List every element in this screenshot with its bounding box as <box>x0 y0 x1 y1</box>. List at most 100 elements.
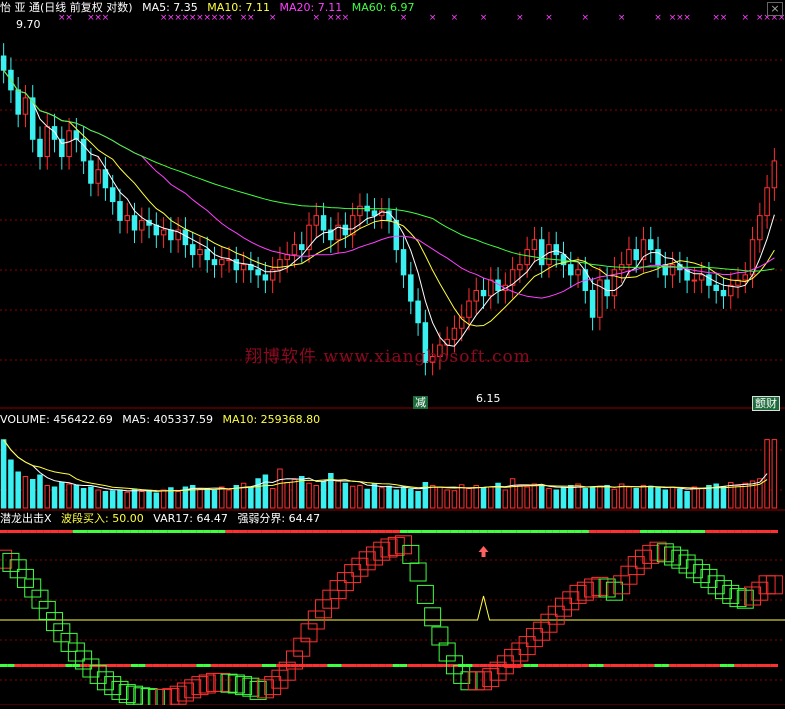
boundary-band <box>719 664 728 667</box>
strength-band <box>349 530 357 533</box>
boundary-band <box>748 664 757 667</box>
volume-bar <box>597 485 603 509</box>
candle-body <box>604 279 610 297</box>
boundary-band <box>763 664 771 667</box>
boundary-band <box>189 664 197 667</box>
candle-body <box>480 289 487 297</box>
boundary-band <box>436 664 444 667</box>
boundary-band <box>341 664 350 667</box>
candle-body <box>538 239 545 266</box>
volume-bar <box>735 485 741 509</box>
boundary-band <box>356 664 364 667</box>
volume-bar <box>349 485 356 509</box>
strength-band <box>530 530 539 533</box>
indicator-step <box>365 546 383 566</box>
indicator-step <box>205 672 223 692</box>
indicator-step <box>395 535 413 555</box>
indicator-step <box>53 623 71 643</box>
strength-band <box>588 530 597 533</box>
indicator-step <box>96 671 114 691</box>
strength-band <box>130 530 139 533</box>
strength-band <box>334 530 342 533</box>
boundary-band <box>21 664 30 667</box>
boundary-band <box>399 664 408 667</box>
volume-bar <box>88 486 94 509</box>
volume-header: VOLUME: 456422.69 MA5: 405337.59 MA10: 2… <box>0 413 326 427</box>
indicator-step <box>540 613 558 633</box>
indicator-step <box>758 575 776 595</box>
indicator-step <box>271 669 289 689</box>
strength-band <box>290 530 299 533</box>
volume-bar <box>669 486 676 509</box>
candle-body <box>648 239 654 251</box>
indicator-step <box>126 685 144 705</box>
boundary-band <box>247 664 255 667</box>
strength-band <box>690 530 699 533</box>
boundary-band <box>312 664 320 667</box>
signal-marker: × <box>683 13 691 23</box>
boundary-band <box>472 664 480 667</box>
indicator-step <box>555 597 573 617</box>
indicator-step <box>402 544 420 564</box>
indicator-step <box>16 568 34 588</box>
strength-band <box>501 530 509 533</box>
strength-band <box>756 530 764 533</box>
strength-band <box>225 530 233 533</box>
volume-bar <box>531 483 538 509</box>
close-icon[interactable]: × <box>767 2 783 16</box>
volume-bar <box>95 489 101 509</box>
boundary-band <box>116 664 124 667</box>
boundary-band <box>159 664 168 667</box>
boundary-band <box>7 664 15 667</box>
candle-body <box>531 239 538 251</box>
indicator-step <box>213 672 231 692</box>
indicator-step <box>431 626 449 646</box>
volume-bar <box>466 488 472 509</box>
volume-bar <box>437 486 443 509</box>
strength-band <box>218 530 226 533</box>
candle-body <box>80 138 87 162</box>
volume-readout: VOLUME: 456422.69 <box>0 413 113 426</box>
indicator-step <box>104 676 122 696</box>
strength-band <box>101 530 110 533</box>
boundary-band <box>516 664 524 667</box>
strength-band <box>319 530 328 533</box>
candle-body <box>37 138 43 158</box>
strength-band <box>632 530 640 533</box>
boundary-band <box>79 664 88 667</box>
indicator-step <box>460 671 478 691</box>
candle-body <box>451 327 458 340</box>
strength-band <box>712 530 720 533</box>
indicator-step <box>634 549 652 569</box>
signal-marker: × <box>582 13 590 23</box>
low-price-label: 6.15 <box>476 392 501 405</box>
indicator-step <box>685 559 703 579</box>
indicator-step <box>293 637 311 657</box>
candle-body <box>524 249 530 266</box>
volume-bar <box>320 481 327 509</box>
strength-band <box>385 530 393 533</box>
candle-body <box>139 219 145 231</box>
indicator-step <box>24 578 42 598</box>
strength-band <box>516 530 524 533</box>
candle-body <box>713 284 719 291</box>
indicator-step <box>409 562 427 582</box>
volume-bar <box>524 486 530 509</box>
strength-band <box>50 530 59 533</box>
boundary-band <box>654 664 662 667</box>
chart-stage: × × × × × × × × × × × × × × × × × × × × × × × × × × × × × × × × × × × × × × × ×… <box>0 0 785 708</box>
indicator-step <box>358 551 376 571</box>
indicator-step <box>344 564 362 584</box>
strength-band <box>574 530 582 533</box>
volume-bar <box>538 485 545 509</box>
indicator-step <box>700 568 718 588</box>
candle-body <box>720 289 727 297</box>
boundary-band <box>668 664 677 667</box>
indicator-step <box>511 642 529 662</box>
high-price-label: 9.70 <box>16 18 41 31</box>
indicator-step <box>533 621 551 641</box>
grid-layer <box>0 59 785 706</box>
strength-band <box>647 530 655 533</box>
boundary-band <box>421 664 429 667</box>
strength-band <box>21 530 30 533</box>
